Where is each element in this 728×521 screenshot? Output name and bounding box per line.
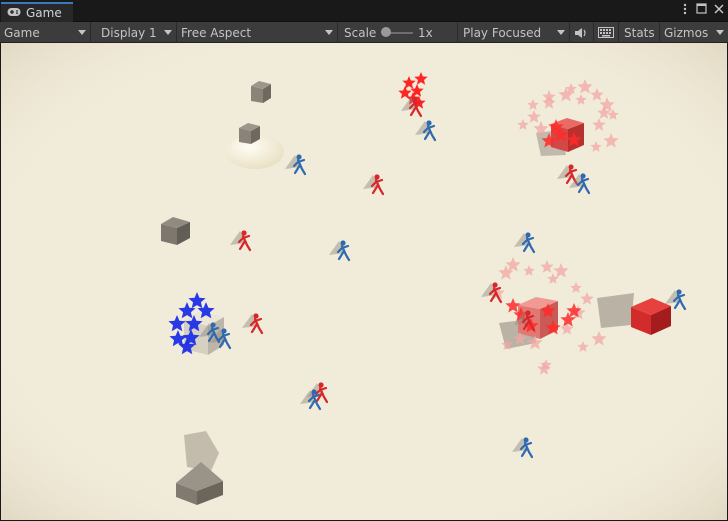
scale-value: 1x	[414, 22, 458, 43]
window-controls	[679, 3, 724, 17]
scale-slider-handle[interactable]	[381, 27, 391, 37]
grey-cube	[251, 81, 271, 103]
gizmos-dropdown[interactable]: Gizmos	[660, 22, 728, 43]
game-scene	[1, 43, 727, 520]
tab-label: Game	[26, 6, 62, 20]
play-mode-dropdown[interactable]: Play Focused	[459, 22, 570, 43]
game-toolbar: Game Display 1 Free Aspect Scale 1x Play…	[0, 22, 728, 43]
keyboard-icon	[598, 27, 614, 38]
chevron-down-icon	[78, 30, 86, 35]
chevron-down-icon	[164, 30, 172, 35]
game-view-dropdown-label: Game	[4, 25, 40, 40]
mute-audio-button[interactable]	[570, 22, 594, 43]
cube-shadow	[597, 293, 634, 328]
scale-label: Scale	[344, 25, 377, 40]
stats-button[interactable]: Stats	[620, 22, 660, 43]
gamepad-icon	[7, 6, 21, 20]
chevron-down-icon	[325, 30, 333, 35]
gizmos-dropdown-label: Gizmos	[664, 25, 709, 40]
display-dropdown-label: Display 1	[101, 25, 157, 40]
tab-bar: Game	[0, 0, 728, 22]
game-view-dropdown[interactable]: Game	[0, 22, 91, 43]
aspect-dropdown[interactable]: Free Aspect	[177, 22, 338, 43]
ground-vignette	[1, 43, 727, 520]
shortcuts-button[interactable]	[594, 22, 619, 43]
aspect-dropdown-label: Free Aspect	[181, 25, 252, 40]
chevron-down-icon	[716, 30, 724, 35]
maximize-icon[interactable]	[696, 3, 707, 17]
close-icon[interactable]	[713, 3, 724, 17]
display-dropdown[interactable]: Display 1	[97, 22, 177, 43]
game-viewport[interactable]	[1, 43, 727, 520]
game-window: Game Game Display 1 Free Aspect Scale 1x…	[0, 0, 728, 521]
play-mode-dropdown-label: Play Focused	[463, 25, 542, 40]
chevron-down-icon	[557, 30, 565, 35]
kebab-menu-icon[interactable]	[679, 3, 690, 17]
speaker-icon	[575, 27, 586, 38]
tab-game[interactable]: Game	[1, 2, 73, 22]
